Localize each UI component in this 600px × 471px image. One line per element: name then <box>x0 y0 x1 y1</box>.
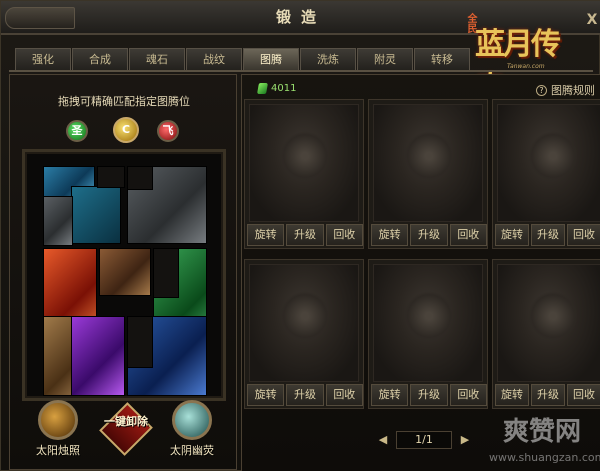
game-logo: 全民 蓝月传奇 Tanwan.com <box>463 11 585 106</box>
help-icon: ? <box>536 84 547 96</box>
totem-piece-teal[interactable] <box>71 186 121 244</box>
tab-transfer[interactable]: 转移 <box>414 48 470 70</box>
totem-rules-label: 图腾规则 <box>551 84 595 97</box>
totem-slot[interactable]: 旋转 升级 回收 <box>492 99 600 249</box>
totem-emblem-icon <box>528 131 578 181</box>
watermark-url: www.shuangzan.com <box>489 451 600 464</box>
totem-emblem-icon <box>280 291 330 341</box>
totem-piece-gray-left[interactable] <box>43 196 73 246</box>
slot-actions: 旋转 升级 回收 <box>495 224 600 246</box>
tab-battle-pattern[interactable]: 战纹 <box>186 48 242 70</box>
site-watermark: 爽赞网 www.shuangzan.com <box>489 411 600 471</box>
totem-piece-purple[interactable] <box>71 316 125 396</box>
upgrade-button[interactable]: 升级 <box>286 384 324 406</box>
moon-glow-button[interactable]: 太阴幽荧 <box>160 400 224 458</box>
currency-amount: 4011 <box>271 83 297 94</box>
tab-soulstone[interactable]: 魂石 <box>129 48 185 70</box>
red-orb-icon[interactable]: 飞 <box>157 120 179 142</box>
tab-bar: 强化 合成 魂石 战纹 图腾 洗炼 附灵 转移 <box>15 48 470 70</box>
recycle-button[interactable]: 回收 <box>449 224 487 246</box>
slot-actions: 旋转 升级 回收 <box>495 384 600 406</box>
window-title: 锻造 <box>275 8 326 26</box>
totem-emblem-icon <box>404 291 454 341</box>
unequip-all-label: 一键卸除 <box>104 415 148 428</box>
yellow-orb-icon[interactable]: C <box>113 117 139 143</box>
tab-enchant[interactable]: 附灵 <box>357 48 413 70</box>
rotate-button[interactable]: 旋转 <box>371 384 409 406</box>
upgrade-button[interactable]: 升级 <box>410 224 448 246</box>
totem-slot[interactable]: 旋转 升级 回收 <box>368 259 488 409</box>
recycle-button[interactable]: 回收 <box>325 224 363 246</box>
arrow-right-icon[interactable]: ▶ <box>458 433 472 447</box>
totem-placeholder-art <box>249 104 359 222</box>
totem-slot[interactable]: 旋转 升级 回收 <box>244 99 364 249</box>
rotate-button[interactable]: 旋转 <box>495 384 529 406</box>
sun-icon <box>38 400 78 440</box>
arrow-left-icon[interactable]: ◀ <box>376 433 390 447</box>
watermark-logo: 爽赞网 <box>503 417 582 447</box>
totem-emblem-icon <box>404 131 454 181</box>
sun-illuminate-button[interactable]: 太阳烛照 <box>26 400 90 458</box>
board-hint: 拖拽可精确匹配指定图腾位 <box>58 95 190 108</box>
rotate-button[interactable]: 旋转 <box>247 384 285 406</box>
totem-slot[interactable]: 旋转 升级 回收 <box>244 259 364 409</box>
close-icon[interactable]: X <box>583 11 600 29</box>
tab-totem[interactable]: 图腾 <box>243 48 299 70</box>
upgrade-button[interactable]: 升级 <box>410 384 448 406</box>
page-indicator: 1/1 <box>396 431 452 449</box>
slot-actions: 旋转 升级 回收 <box>247 384 363 406</box>
recycle-button[interactable]: 回收 <box>567 224 600 246</box>
slot-actions: 旋转 升级 回收 <box>371 224 487 246</box>
sun-button-label: 太阳烛照 <box>36 444 80 457</box>
totem-emblem-icon <box>280 131 330 181</box>
upgrade-button[interactable]: 升级 <box>531 224 565 246</box>
upgrade-button[interactable]: 升级 <box>531 384 565 406</box>
totem-slot[interactable]: 旋转 升级 回收 <box>492 259 600 409</box>
totem-slot[interactable]: 旋转 升级 回收 <box>368 99 488 249</box>
totem-piece-brown[interactable] <box>99 248 151 296</box>
title-ornament <box>5 7 75 29</box>
totem-placeholder-art <box>373 104 483 222</box>
recycle-button[interactable]: 回收 <box>325 384 363 406</box>
totem-slot-empty[interactable] <box>127 166 153 190</box>
pagination: ◀ 1/1 ▶ <box>374 431 474 451</box>
totem-slot-empty[interactable] <box>153 248 179 298</box>
totem-placeholder-art <box>497 104 600 222</box>
rotate-button[interactable]: 旋转 <box>371 224 409 246</box>
unequip-all-button[interactable] <box>99 402 153 456</box>
gem-icon <box>257 83 268 94</box>
totem-emblem-icon <box>528 291 578 341</box>
totem-placeholder-art <box>373 264 483 382</box>
moon-button-label: 太阴幽荧 <box>170 444 214 457</box>
tab-divider <box>9 70 593 72</box>
rotate-button[interactable]: 旋转 <box>495 224 529 246</box>
recycle-button[interactable]: 回收 <box>567 384 600 406</box>
totem-placeholder-art <box>497 264 600 382</box>
recycle-button[interactable]: 回收 <box>449 384 487 406</box>
tab-refine[interactable]: 洗炼 <box>300 48 356 70</box>
totem-slot-empty[interactable] <box>127 316 153 368</box>
green-orb-icon[interactable]: 圣 <box>66 120 88 142</box>
tab-strengthen[interactable]: 强化 <box>15 48 71 70</box>
forge-window: 锻造 全民 蓝月传奇 Tanwan.com X 强化 合成 魂石 战纹 图腾 洗… <box>0 0 600 471</box>
upgrade-button[interactable]: 升级 <box>286 224 324 246</box>
totem-slot-empty[interactable] <box>97 166 125 188</box>
totem-placeholder-art <box>249 264 359 382</box>
rotate-button[interactable]: 旋转 <box>247 224 285 246</box>
totem-rules-link[interactable]: ? 图腾规则 <box>536 82 595 98</box>
tab-synthesize[interactable]: 合成 <box>72 48 128 70</box>
totem-grid <box>43 166 207 396</box>
currency-display: 4011 <box>257 83 297 94</box>
logo-url: Tanwan.com <box>507 63 545 70</box>
totem-board-panel: 拖拽可精确匹配指定图腾位 圣 C 飞 太阳烛照 一键卸除 太阴幽荧 <box>9 74 237 470</box>
slot-actions: 旋转 升级 回收 <box>371 384 487 406</box>
slot-actions: 旋转 升级 回收 <box>247 224 363 246</box>
totem-board <box>22 149 226 401</box>
moon-icon <box>172 400 212 440</box>
